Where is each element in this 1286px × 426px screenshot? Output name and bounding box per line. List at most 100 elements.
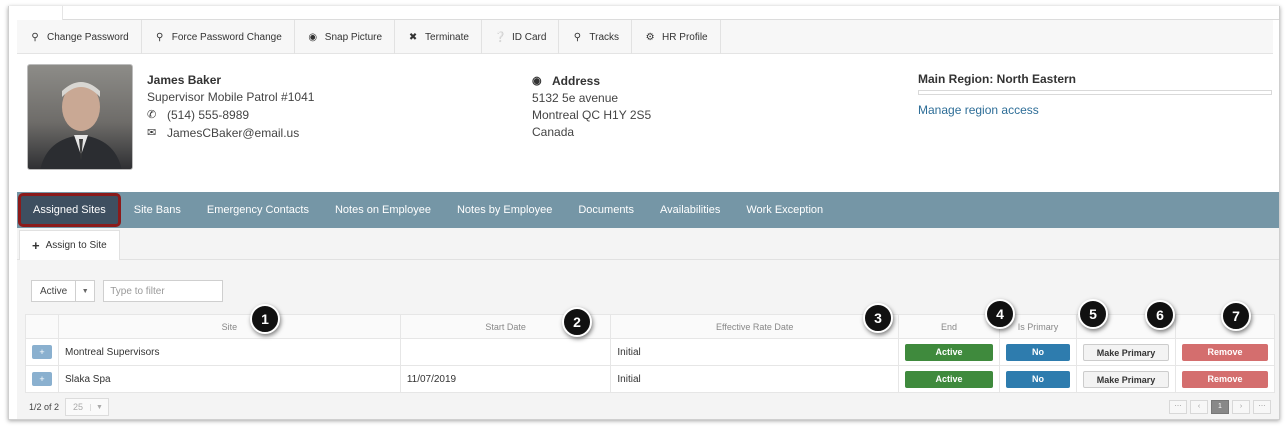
- close-icon: ✖: [408, 31, 418, 43]
- employee-portrait: [40, 82, 122, 169]
- region-info: Main Region: North Eastern Manage region…: [918, 72, 1272, 117]
- column-header-site[interactable]: Site: [58, 314, 401, 339]
- callout-marker: 3: [863, 303, 893, 333]
- action-toolbar: ⚲ Change Password ⚲ Force Password Change …: [17, 20, 1273, 54]
- active-status-button[interactable]: Active: [904, 343, 993, 361]
- employee-info: James Baker Supervisor Mobile Patrol #10…: [147, 72, 314, 142]
- callout-marker: 7: [1221, 301, 1251, 331]
- change-password-button[interactable]: ⚲ Change Password: [17, 20, 142, 54]
- info-icon: ❔: [493, 31, 507, 43]
- region-bar: [918, 90, 1272, 95]
- expand-row-button[interactable]: +: [32, 372, 52, 386]
- expand-cell: +: [25, 338, 59, 366]
- address-line3: Canada: [532, 125, 575, 139]
- tab-assigned-sites[interactable]: Assigned Sites: [18, 193, 121, 227]
- tab-work-exception[interactable]: Work Exception: [733, 192, 836, 228]
- callout-marker: 5: [1078, 299, 1108, 329]
- start-date-cell: 11/07/2019: [399, 365, 612, 393]
- is-primary-cell: No: [998, 365, 1077, 393]
- page-size-value: 25: [73, 402, 84, 412]
- employee-phone-row: ✆ (514) 555-8989: [147, 107, 249, 124]
- terminate-button[interactable]: ✖ Terminate: [395, 20, 482, 54]
- employee-profile: James Baker Supervisor Mobile Patrol #10…: [17, 54, 1273, 192]
- tracks-label: Tracks: [589, 31, 620, 43]
- assign-to-site-button[interactable]: + Assign to Site: [19, 230, 120, 260]
- chevron-down-icon: ▼: [90, 403, 108, 411]
- hr-profile-button[interactable]: ⚙ HR Profile: [632, 20, 721, 54]
- make-primary-cell: Make Primary: [1075, 338, 1176, 366]
- next-page-button[interactable]: ›: [1232, 400, 1250, 414]
- tab-notes-on-employee[interactable]: Notes on Employee: [322, 192, 444, 228]
- current-page-button[interactable]: 1: [1211, 400, 1229, 414]
- tab-notes-by-employee[interactable]: Notes by Employee: [444, 192, 565, 228]
- table-row: + Slaka Spa 11/07/2019 Initial Active No…: [25, 365, 1276, 393]
- employee-title: Supervisor Mobile Patrol #1041: [147, 90, 315, 104]
- is-primary-button[interactable]: No: [1005, 343, 1070, 361]
- id-card-label: ID Card: [511, 31, 547, 43]
- remove-cell: Remove: [1174, 365, 1276, 393]
- main-region: Main Region: North Eastern: [918, 72, 1077, 86]
- terminate-label: Terminate: [425, 31, 469, 43]
- remove-cell: Remove: [1174, 338, 1276, 366]
- snap-picture-label: Snap Picture: [324, 31, 383, 43]
- is-primary-cell: No: [998, 338, 1077, 366]
- app-frame: ⚲ Change Password ⚲ Force Password Change …: [8, 6, 1280, 420]
- snap-picture-button[interactable]: ◉ Snap Picture: [295, 20, 396, 54]
- tab-site-bans[interactable]: Site Bans: [121, 192, 194, 228]
- gear-icon: ⚙: [645, 31, 655, 43]
- status-select[interactable]: Active ▼: [31, 280, 96, 302]
- status-select-value: Active: [32, 281, 77, 301]
- pager-summary: 1/2 of 2 25 ▼: [29, 398, 109, 416]
- hr-profile-label: HR Profile: [662, 31, 708, 43]
- last-page-button[interactable]: ⋯: [1253, 400, 1271, 414]
- is-primary-button[interactable]: No: [1005, 370, 1070, 388]
- force-password-change-button[interactable]: ⚲ Force Password Change: [142, 20, 295, 54]
- make-primary-button[interactable]: Make Primary: [1082, 343, 1169, 361]
- remove-button[interactable]: Remove: [1181, 370, 1268, 388]
- expand-column-header: [25, 314, 59, 339]
- column-header-effective-rate-date[interactable]: Effective Rate Date: [610, 314, 899, 339]
- id-card-button[interactable]: ❔ ID Card: [482, 20, 560, 54]
- plus-icon: +: [32, 238, 40, 253]
- active-status-button[interactable]: Active: [904, 370, 993, 388]
- expand-row-button[interactable]: +: [32, 345, 52, 359]
- callout-marker: 1: [250, 304, 280, 334]
- map-pin-icon: ⚲: [573, 31, 582, 43]
- callout-marker: 6: [1145, 300, 1175, 330]
- end-cell: Active: [897, 338, 1000, 366]
- make-primary-cell: Make Primary: [1075, 365, 1176, 393]
- start-date-cell: [399, 338, 612, 366]
- manage-region-link[interactable]: Manage region access: [918, 103, 1272, 117]
- employee-name: James Baker: [147, 73, 222, 87]
- filter-input[interactable]: [103, 280, 224, 302]
- change-password-label: Change Password: [47, 31, 129, 43]
- make-primary-button[interactable]: Make Primary: [1082, 370, 1169, 388]
- employee-phone: (514) 555-8989: [167, 108, 250, 122]
- address-heading-row: ◉ Address: [532, 73, 600, 90]
- table-row: + Montreal Supervisors Initial Active No…: [25, 338, 1276, 366]
- remove-button[interactable]: Remove: [1181, 343, 1268, 361]
- prev-page-button[interactable]: ‹: [1190, 400, 1208, 414]
- address-heading: Address: [552, 74, 601, 88]
- phone-icon: ✆: [147, 109, 157, 121]
- site-cell: Montreal Supervisors: [58, 338, 401, 366]
- employee-address: ◉ Address 5132 5e avenue Montreal QC H1Y …: [532, 72, 651, 141]
- first-page-button[interactable]: ⋯: [1169, 400, 1187, 414]
- callout-marker: 2: [562, 307, 592, 337]
- key-icon: ⚲: [156, 31, 164, 43]
- employee-nav: Assigned Sites Site Bans Emergency Conta…: [17, 192, 1279, 228]
- tab-availabilities[interactable]: Availabilities: [647, 192, 733, 228]
- subtab-bar: + Assign to Site: [17, 228, 1279, 260]
- chevron-down-icon: ▼: [81, 287, 89, 295]
- address-line2: Montreal QC H1Y 2S5: [532, 108, 652, 122]
- force-password-change-label: Force Password Change: [171, 31, 282, 43]
- tab-documents[interactable]: Documents: [565, 192, 647, 228]
- end-cell: Active: [897, 365, 1000, 393]
- camera-icon: ◉: [308, 31, 318, 43]
- key-icon: ⚲: [31, 31, 39, 43]
- column-header-end[interactable]: End: [897, 314, 1000, 339]
- tab-emergency-contacts[interactable]: Emergency Contacts: [194, 192, 322, 228]
- page-size-select[interactable]: 25 ▼: [65, 398, 109, 416]
- tracks-button[interactable]: ⚲ Tracks: [559, 20, 633, 54]
- top-tab-stub: [9, 6, 63, 20]
